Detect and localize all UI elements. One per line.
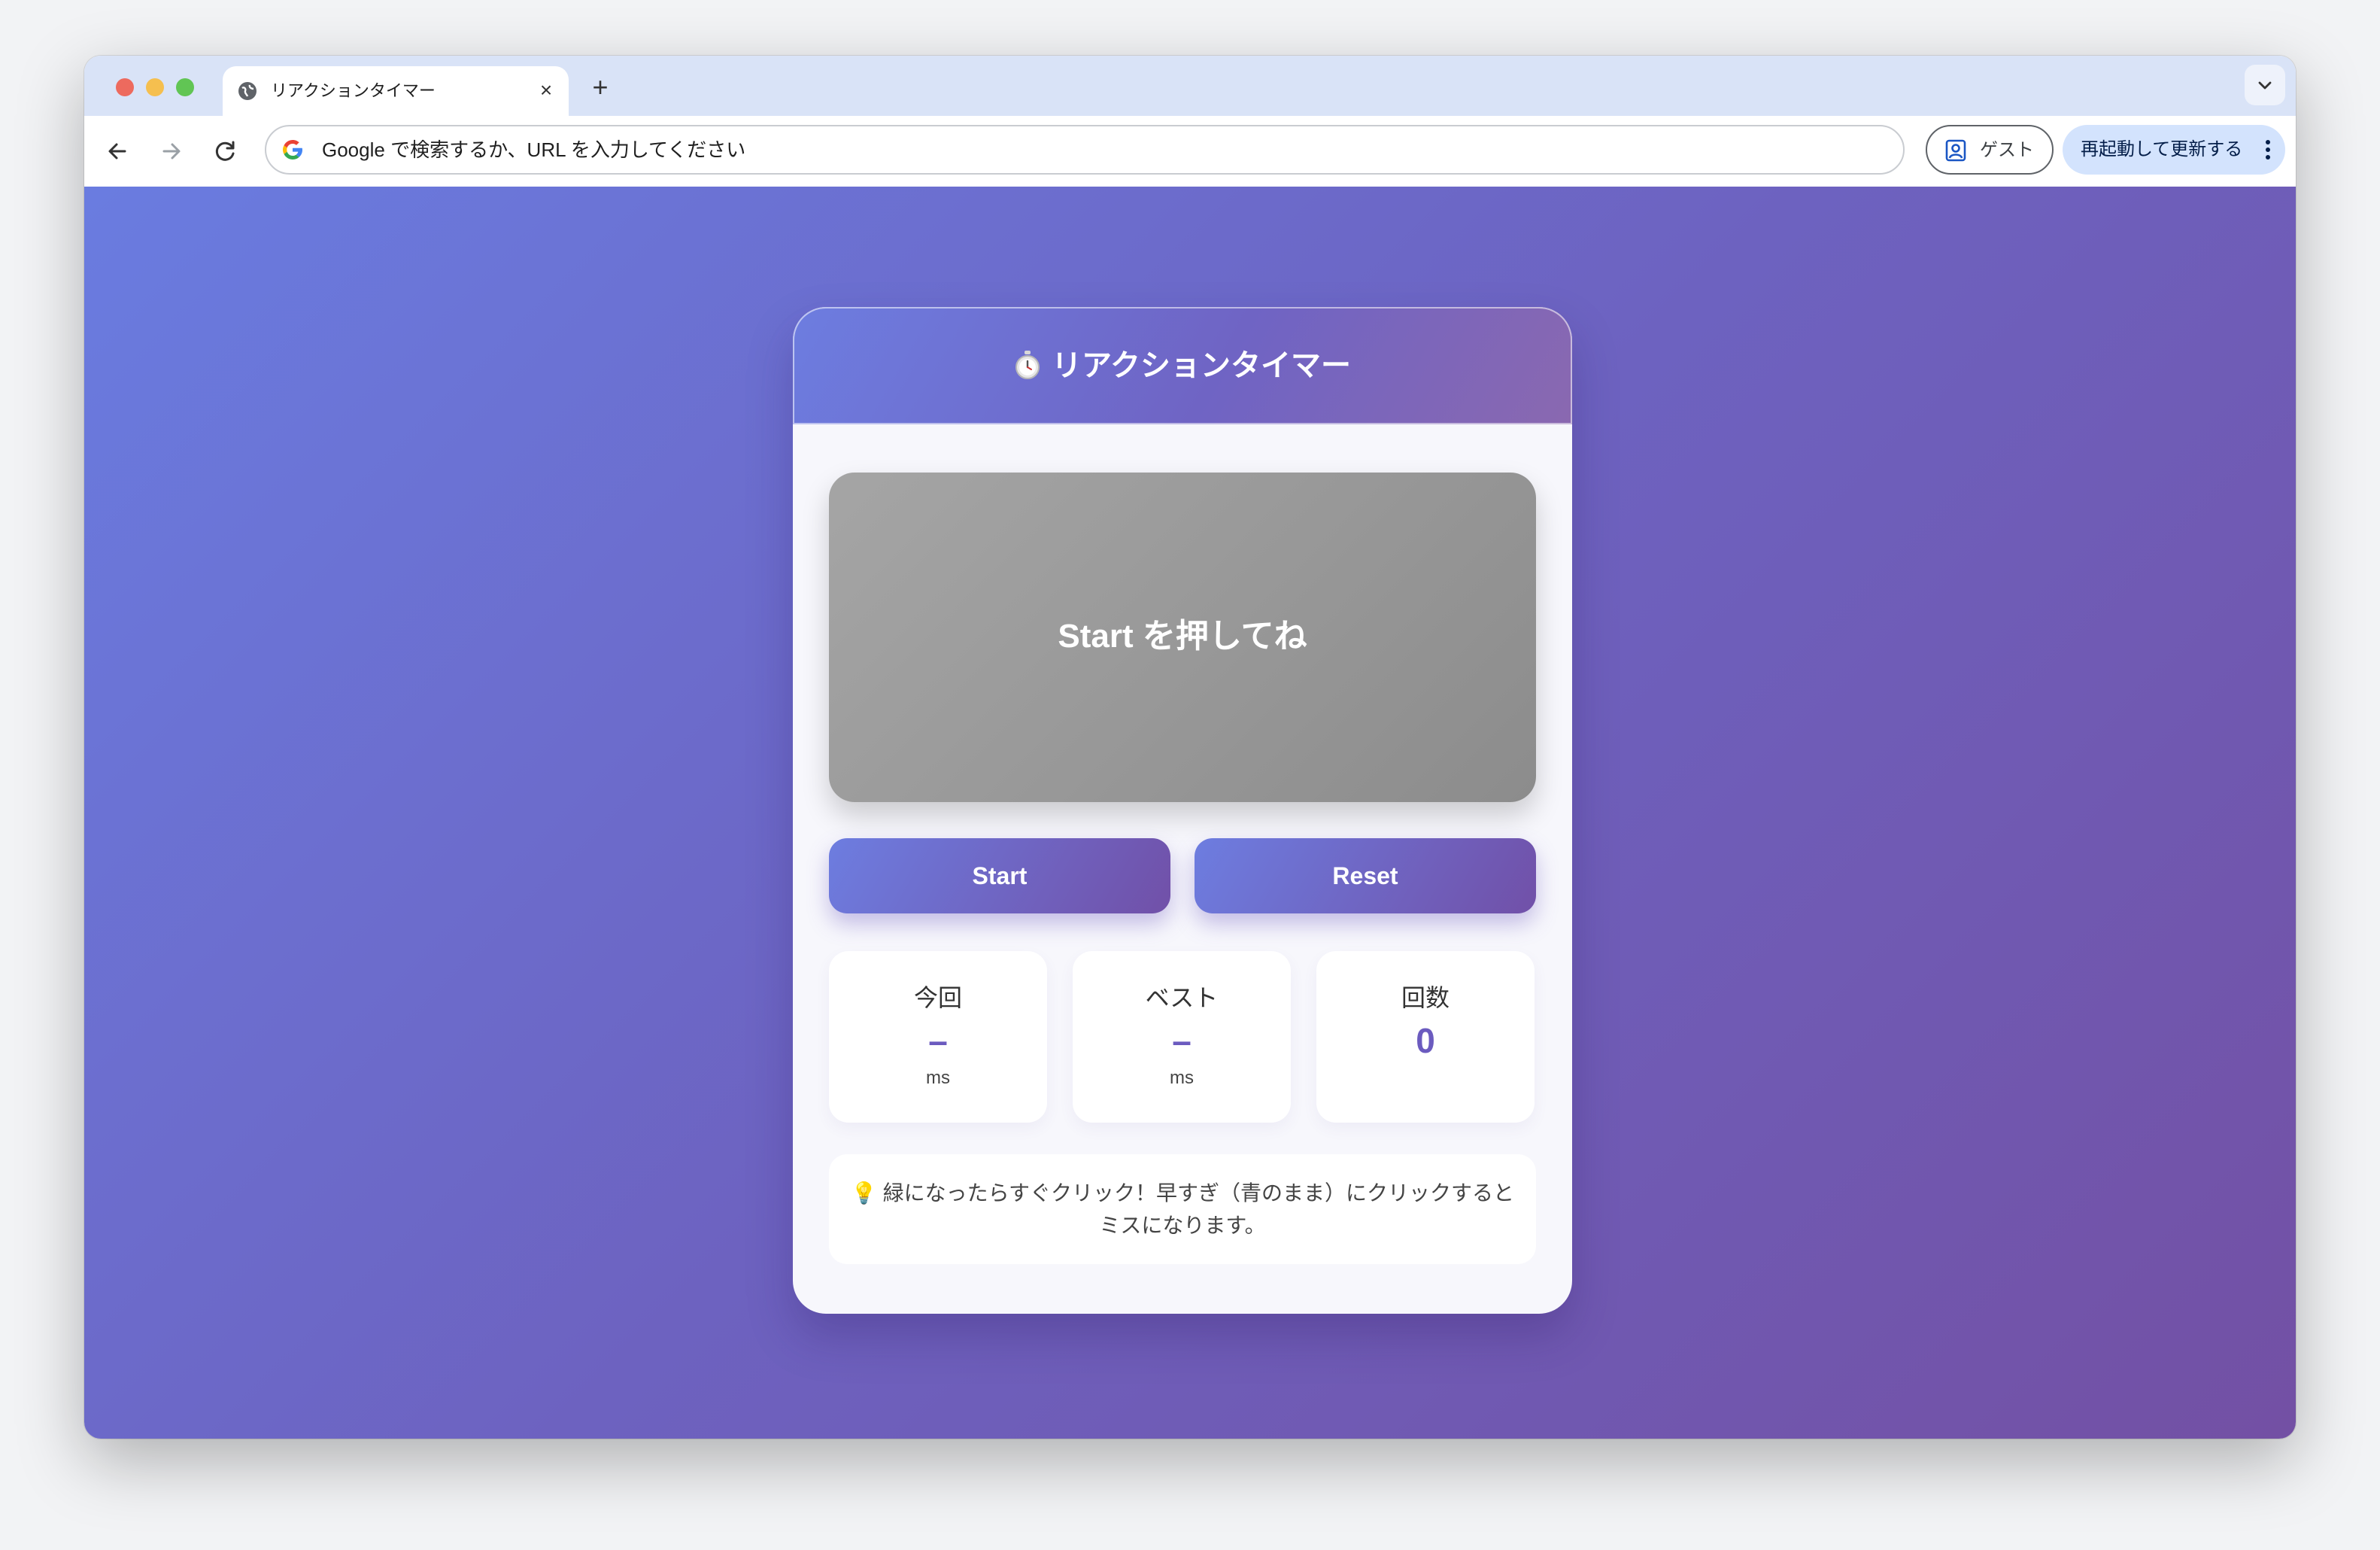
- browser-tab[interactable]: リアクションタイマー ×: [223, 66, 569, 116]
- stat-value: 0: [1416, 1021, 1435, 1060]
- reaction-pad[interactable]: Start を押してね: [829, 473, 1536, 802]
- maximize-window-button[interactable]: [176, 78, 194, 96]
- stat-label: 今回: [913, 984, 962, 1011]
- guest-profile-icon: [1945, 139, 1966, 162]
- hint-message: 緑になったらすぐクリック！早すぎ（青のまま）にクリックするとミスになります。: [882, 1181, 1515, 1237]
- stat-label: ベスト: [1145, 984, 1219, 1011]
- address-bar-placeholder: Google で検索するか、URL を入力してください: [322, 138, 746, 161]
- reload-button[interactable]: [209, 135, 242, 168]
- title-text: リアクションタイマー: [1052, 349, 1351, 382]
- browser-toolbar: Google で検索するか、URL を入力してください ゲスト 再起動して更新す…: [84, 116, 2296, 188]
- forward-arrow-icon: [162, 143, 181, 160]
- tab-search-button[interactable]: [2245, 65, 2285, 105]
- back-arrow-icon: [108, 143, 126, 160]
- globe-icon: [236, 80, 259, 102]
- page-title: リアクションタイマー: [793, 346, 1572, 385]
- hint-box: 💡 緑になったらすぐクリック！早すぎ（青のまま）にクリックするとミスになります。: [829, 1154, 1536, 1264]
- profile-guest-button[interactable]: ゲスト: [1926, 125, 2054, 175]
- page-content: リアクションタイマー Start を押してね Start Reset 今回 – …: [84, 187, 2296, 1439]
- back-button[interactable]: [101, 135, 134, 168]
- stat-value: –: [928, 1021, 948, 1060]
- reset-button[interactable]: Reset: [1195, 838, 1536, 913]
- stat-current: 今回 – ms: [829, 951, 1047, 1123]
- stat-unit: ms: [1170, 1068, 1194, 1088]
- minimize-window-button[interactable]: [146, 78, 164, 96]
- stat-value: –: [1172, 1021, 1192, 1060]
- more-menu-icon[interactable]: [2264, 137, 2272, 163]
- reload-icon: [215, 141, 235, 161]
- start-button[interactable]: Start: [829, 838, 1170, 913]
- stat-unit: ms: [926, 1068, 950, 1088]
- tab-close-icon[interactable]: ×: [534, 78, 558, 102]
- hint-text: 💡 緑になったらすぐクリック！早すぎ（青のまま）にクリックするとミスになります。: [847, 1177, 1518, 1242]
- pad-status-text: Start を押してね: [1058, 618, 1307, 655]
- google-icon: [280, 137, 305, 163]
- tab-title: リアクションタイマー: [271, 81, 436, 100]
- restart-label: 再起動して更新する: [2081, 139, 2243, 160]
- browser-window: リアクションタイマー × + Google で検索するか、URL を入力してくだ…: [84, 56, 2296, 1439]
- reaction-timer-card: リアクションタイマー Start を押してね Start Reset 今回 – …: [793, 307, 1572, 1314]
- tab-strip: リアクションタイマー × +: [84, 56, 2296, 116]
- chevron-down-icon: [2258, 81, 2272, 90]
- new-tab-button[interactable]: +: [585, 72, 615, 102]
- lightbulb-icon: 💡: [850, 1181, 877, 1205]
- address-bar[interactable]: Google で検索するか、URL を入力してください: [265, 125, 1905, 175]
- stat-label: 回数: [1401, 984, 1450, 1011]
- restart-to-update-button[interactable]: 再起動して更新する: [2063, 125, 2285, 175]
- stopwatch-icon: [1015, 351, 1040, 379]
- forward-button[interactable]: [155, 135, 188, 168]
- stat-best: ベスト – ms: [1073, 951, 1291, 1123]
- stat-count: 回数 0: [1316, 951, 1535, 1123]
- card-header: リアクションタイマー: [793, 307, 1572, 424]
- close-window-button[interactable]: [116, 78, 134, 96]
- guest-label: ゲスト: [1980, 140, 2034, 160]
